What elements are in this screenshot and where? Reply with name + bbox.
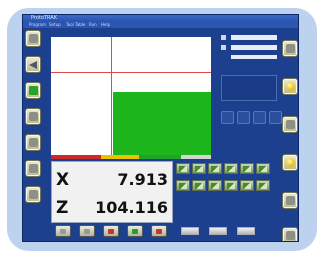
softkey-left-3[interactable] [25, 82, 41, 99]
z-axis-label: Z [56, 198, 69, 218]
tool-button[interactable] [256, 163, 270, 174]
menu-help[interactable]: Help [101, 22, 110, 28]
tool-button[interactable] [176, 163, 190, 174]
crosshair-vertical [111, 37, 112, 155]
tool-button[interactable] [256, 180, 270, 191]
bottom-button-5[interactable] [151, 225, 167, 237]
back-arrow-icon [29, 61, 37, 69]
panel-button-1[interactable] [221, 111, 234, 124]
tool-button[interactable] [240, 180, 254, 191]
toolpath-graphic [51, 37, 211, 155]
title-bar: ProtoTRAK [23, 15, 298, 22]
tool-button[interactable] [176, 180, 190, 191]
grey-icon [286, 196, 295, 205]
grey-icon [29, 112, 38, 121]
softkey-left-1[interactable] [25, 30, 41, 47]
softkey-left-2[interactable] [25, 56, 41, 73]
tool-button[interactable] [240, 163, 254, 174]
menu-tool-table[interactable]: Tool Table [66, 22, 85, 28]
softkey-right-6[interactable] [282, 227, 298, 241]
progress-green-segment [139, 155, 181, 159]
panel-field-3[interactable] [231, 55, 277, 59]
tool-button[interactable] [224, 180, 238, 191]
softkey-left-6[interactable] [25, 160, 41, 177]
small-button-2[interactable] [209, 227, 227, 235]
small-button-1[interactable] [181, 227, 199, 235]
tool-button[interactable] [192, 163, 206, 174]
menu-setup[interactable]: Setup [49, 22, 61, 28]
panel-field-1[interactable] [231, 35, 277, 40]
grey-icon [29, 34, 38, 43]
softkey-left-5[interactable] [25, 134, 41, 151]
green-square-icon [29, 86, 38, 95]
side-panel [221, 35, 298, 155]
bottom-button-3[interactable] [103, 225, 119, 237]
tool-button[interactable] [192, 180, 206, 191]
panel-button-2[interactable] [237, 111, 250, 124]
yellow-light-icon [286, 158, 295, 167]
panel-button-3[interactable] [253, 111, 266, 124]
workpiece-shape [113, 92, 211, 155]
menu-program[interactable]: Program [29, 22, 46, 28]
status-progress-bar [51, 155, 211, 159]
menu-run[interactable]: Run [89, 22, 97, 28]
progress-red-segment [51, 155, 101, 159]
panel-button-4[interactable] [269, 111, 282, 124]
menu-bar: Program Setup Tool Table Run Help [23, 22, 298, 28]
red-stop-icon [156, 229, 162, 234]
softkey-right-4[interactable] [282, 154, 298, 171]
bottom-button-4[interactable] [127, 225, 143, 237]
tool-button[interactable] [208, 163, 222, 174]
small-button-3[interactable] [237, 227, 255, 235]
green-start-icon [132, 229, 138, 234]
softkey-left-7[interactable] [25, 186, 41, 203]
grey-icon [286, 231, 295, 240]
panel-field-2[interactable] [231, 45, 277, 50]
window-title: ProtoTRAK [31, 15, 57, 21]
softkey-left-4[interactable] [25, 108, 41, 125]
z-axis-value: 104.116 [95, 198, 168, 217]
digital-readout: X 7.913 Z 104.116 [51, 161, 173, 223]
tool-button[interactable] [208, 180, 222, 191]
red-stop-icon [108, 229, 114, 234]
softkey-right-5[interactable] [282, 192, 298, 209]
progress-yellow-segment [101, 155, 139, 159]
grey-icon [84, 229, 90, 234]
app-screen: ProtoTRAK Program Setup Tool Table Run H… [22, 14, 299, 242]
grey-icon [29, 164, 38, 173]
panel-indicator [221, 45, 226, 50]
x-axis-value: 7.913 [117, 170, 168, 189]
bottom-button-2[interactable] [79, 225, 95, 237]
panel-indicator [221, 35, 226, 40]
grey-icon [60, 229, 66, 234]
x-axis-label: X [56, 170, 70, 190]
tool-button[interactable] [224, 163, 238, 174]
grey-icon [29, 138, 38, 147]
crosshair-horizontal [51, 72, 211, 73]
grey-icon [29, 190, 38, 199]
panel-data-table [221, 75, 277, 101]
bottom-button-1[interactable] [55, 225, 71, 237]
